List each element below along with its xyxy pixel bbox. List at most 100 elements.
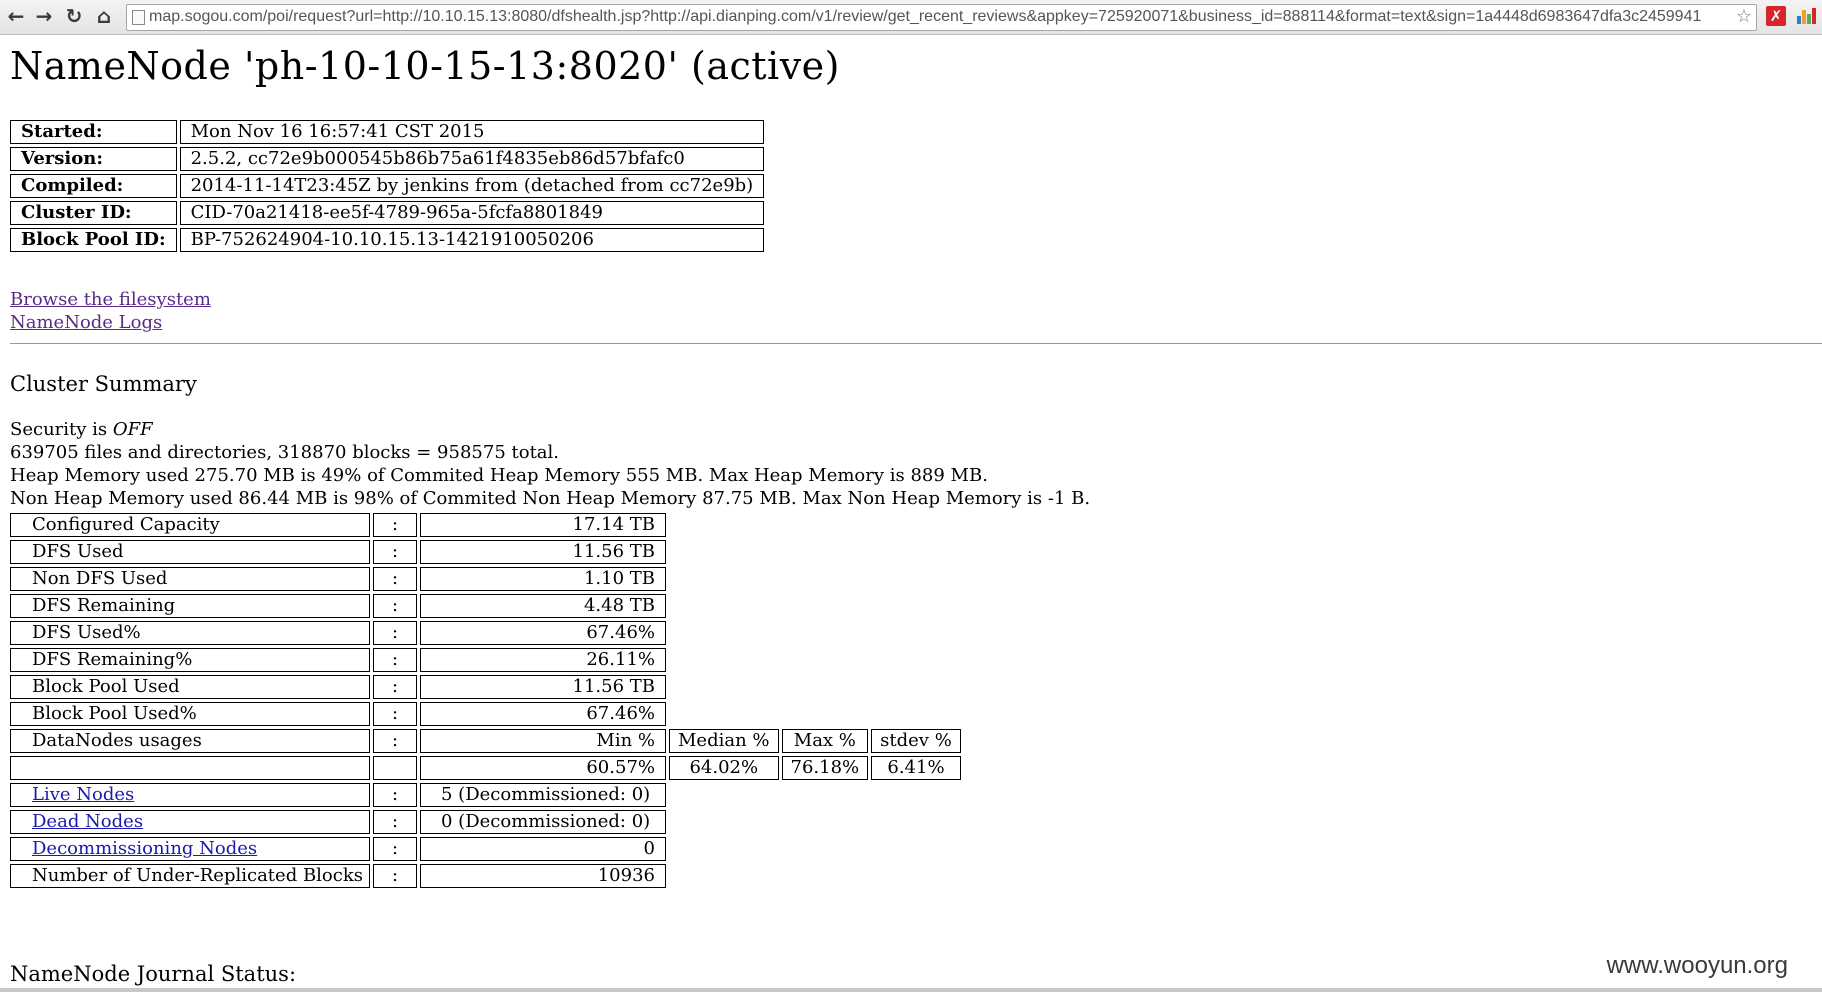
datanodes-min: 60.57% <box>420 756 666 780</box>
stats-row: DFS Remaining : 4.48 TB <box>10 594 961 618</box>
info-value: BP-752624904-10.10.15.13-1421910050206 <box>179 228 765 252</box>
security-label: Security is <box>10 419 113 440</box>
info-key: Started: <box>10 120 177 144</box>
info-key: Block Pool ID: <box>10 228 177 252</box>
stat-value: 0 <box>420 837 666 861</box>
colon: : <box>373 513 417 537</box>
info-row: Cluster ID: CID-70a21418-ee5f-4789-965a-… <box>10 201 765 225</box>
datanodes-header-median: Median % <box>669 729 779 753</box>
decommissioning-nodes-link[interactable]: Decommissioning Nodes <box>32 838 257 859</box>
page-title: NameNode 'ph-10-10-15-13:8020' (active) <box>10 44 840 88</box>
stat-value: 1.10 TB <box>420 567 666 591</box>
stats-row: Block Pool Used% : 67.46% <box>10 702 961 726</box>
namenode-logs-link[interactable]: NameNode Logs <box>10 311 211 334</box>
stats-row: Dead Nodes : 0 (Decommissioned: 0) <box>10 810 961 834</box>
info-value: 2.5.2, cc72e9b000545b86b75a61f4835eb86d5… <box>179 147 765 171</box>
colon: : <box>373 729 417 753</box>
stats-row: Configured Capacity : 17.14 TB <box>10 513 961 537</box>
nav-links: Browse the filesystem NameNode Logs <box>10 288 211 334</box>
stat-value: 67.46% <box>420 621 666 645</box>
info-row: Block Pool ID: BP-752624904-10.10.15.13-… <box>10 228 765 252</box>
security-value: OFF <box>112 419 153 440</box>
stat-label: Decommissioning Nodes <box>10 837 370 861</box>
journal-status-heading: NameNode Journal Status: <box>10 962 297 986</box>
info-row: Started: Mon Nov 16 16:57:41 CST 2015 <box>10 120 765 144</box>
colon: : <box>373 864 417 888</box>
files-line: 639705 files and directories, 318870 blo… <box>10 442 560 463</box>
heap-line: Heap Memory used 275.70 MB is 49% of Com… <box>10 465 988 486</box>
blank-cell <box>10 756 370 780</box>
colon: : <box>373 783 417 807</box>
colon: : <box>373 648 417 672</box>
info-key: Compiled: <box>10 174 177 198</box>
datanodes-header-max: Max % <box>781 729 869 753</box>
extension-icon[interactable]: ✗ <box>1766 6 1786 26</box>
info-value: CID-70a21418-ee5f-4789-965a-5fcfa8801849 <box>179 201 765 225</box>
stat-label: Dead Nodes <box>10 810 370 834</box>
colon: : <box>373 702 417 726</box>
horizontal-scrollbar[interactable] <box>0 988 1822 992</box>
reload-icon[interactable]: ↻ <box>62 4 86 28</box>
dead-nodes-link[interactable]: Dead Nodes <box>32 811 143 832</box>
datanodes-values-row: 60.57% 64.02% 76.18% 6.41% <box>10 756 961 780</box>
stat-label: Non DFS Used <box>10 567 370 591</box>
live-nodes-link[interactable]: Live Nodes <box>32 784 134 805</box>
stat-label: DFS Remaining <box>10 594 370 618</box>
star-icon[interactable]: ☆ <box>1736 6 1752 27</box>
stat-label: Number of Under-Replicated Blocks <box>10 864 370 888</box>
stat-value: 67.46% <box>420 702 666 726</box>
stat-label: DFS Used% <box>10 621 370 645</box>
info-row: Version: 2.5.2, cc72e9b000545b86b75a61f4… <box>10 147 765 171</box>
stats-row: Decommissioning Nodes : 0 <box>10 837 961 861</box>
url-text[interactable]: map.sogou.com/poi/request?url=http://10.… <box>149 7 1728 27</box>
cluster-summary-heading: Cluster Summary <box>10 372 197 396</box>
stats-row: Number of Under-Replicated Blocks : 1093… <box>10 864 961 888</box>
nonheap-line: Non Heap Memory used 86.44 MB is 98% of … <box>10 488 1091 509</box>
watermark: www.wooyun.org <box>1606 952 1788 979</box>
stat-label: DFS Used <box>10 540 370 564</box>
stat-value: 5 (Decommissioned: 0) <box>420 783 666 807</box>
colon: : <box>373 594 417 618</box>
info-value: 2014-11-14T23:45Z by jenkins from (detac… <box>179 174 765 198</box>
info-key: Cluster ID: <box>10 201 177 225</box>
stat-value: 11.56 TB <box>420 675 666 699</box>
datanodes-median: 64.02% <box>669 756 779 780</box>
stats-row: Live Nodes : 5 (Decommissioned: 0) <box>10 783 961 807</box>
info-value: Mon Nov 16 16:57:41 CST 2015 <box>179 120 765 144</box>
colon: : <box>373 675 417 699</box>
cluster-summary-text: Security is OFF 639705 files and directo… <box>10 418 1090 510</box>
stat-value: 17.14 TB <box>420 513 666 537</box>
back-icon[interactable]: ← <box>4 4 28 28</box>
blank-cell <box>373 756 417 780</box>
browser-toolbar: ← → ↻ ⌂ map.sogou.com/poi/request?url=ht… <box>0 0 1822 35</box>
stat-value: 11.56 TB <box>420 540 666 564</box>
colon: : <box>373 810 417 834</box>
datanodes-header-stdev: stdev % <box>871 729 961 753</box>
chart-extension-icon[interactable] <box>1796 6 1816 26</box>
address-bar[interactable]: map.sogou.com/poi/request?url=http://10.… <box>126 4 1757 31</box>
colon: : <box>373 837 417 861</box>
stats-row: Block Pool Used : 11.56 TB <box>10 675 961 699</box>
home-icon[interactable]: ⌂ <box>92 4 116 28</box>
stat-value: 10936 <box>420 864 666 888</box>
info-key: Version: <box>10 147 177 171</box>
stats-row: Non DFS Used : 1.10 TB <box>10 567 961 591</box>
stats-row: DFS Remaining% : 26.11% <box>10 648 961 672</box>
stats-row: DFS Used% : 67.46% <box>10 621 961 645</box>
datanodes-stdev: 6.41% <box>871 756 961 780</box>
cluster-stats-table: Configured Capacity : 17.14 TB DFS Used … <box>7 510 964 891</box>
stat-value: 0 (Decommissioned: 0) <box>420 810 666 834</box>
colon: : <box>373 540 417 564</box>
browse-filesystem-link[interactable]: Browse the filesystem <box>10 288 211 311</box>
stat-label: Block Pool Used% <box>10 702 370 726</box>
stat-value: 26.11% <box>420 648 666 672</box>
stat-label: Live Nodes <box>10 783 370 807</box>
stat-label: Configured Capacity <box>10 513 370 537</box>
security-line: Security is OFF <box>10 418 1090 441</box>
colon: : <box>373 621 417 645</box>
divider <box>10 343 1822 344</box>
forward-icon[interactable]: → <box>32 4 56 28</box>
stat-label: DataNodes usages <box>10 729 370 753</box>
datanodes-header-min: Min % <box>420 729 666 753</box>
stat-label: DFS Remaining% <box>10 648 370 672</box>
